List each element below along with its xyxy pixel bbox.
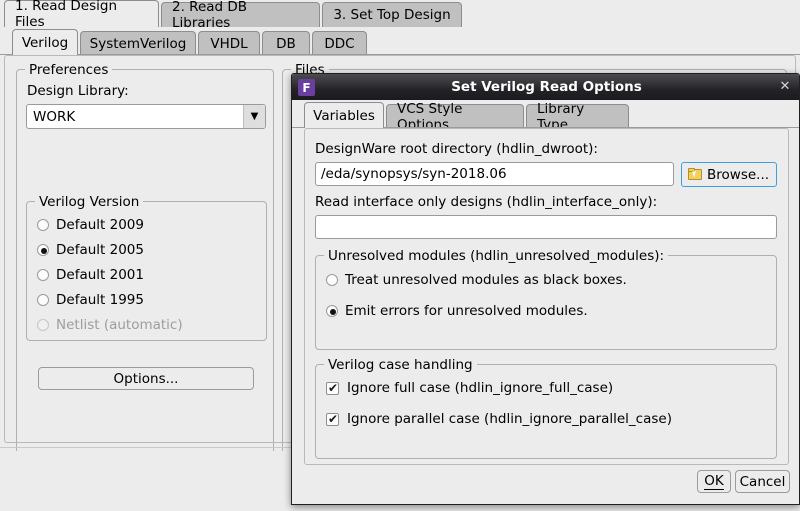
top-tab-read-design-files[interactable]: 1. Read Design Files (4, 0, 159, 27)
checkbox-indicator (326, 382, 339, 395)
options-button[interactable]: Options... (38, 367, 254, 390)
checkbox-indicator (326, 413, 339, 426)
checkbox-label: Ignore full case (hdlin_ignore_full_case… (347, 380, 613, 396)
watermark-url: https://blog.csdn.net/s (514, 504, 693, 505)
radio-indicator (37, 219, 49, 231)
interface-only-input[interactable] (315, 215, 777, 239)
radio-treat-as-black-boxes[interactable]: Treat unresolved modules as black boxes. (326, 272, 627, 288)
dwroot-label: DesignWare root directory (hdlin_dwroot)… (315, 141, 598, 157)
radio-indicator (326, 274, 338, 286)
watermark-site: @51CTO博客 (685, 501, 793, 505)
radio-indicator (37, 319, 49, 331)
chevron-down-icon[interactable]: ▼ (243, 105, 265, 128)
radio-label: Emit errors for unresolved modules. (345, 303, 588, 319)
dialog-title: Set Verilog Read Options (292, 74, 800, 100)
sub-tab-systemverilog[interactable]: SystemVerilog (80, 31, 196, 55)
dialog-tab-vcs-style-options[interactable]: VCS Style Options (386, 104, 524, 128)
close-icon[interactable]: ✕ (777, 79, 793, 95)
verilog-case-handling-group-label: Verilog case handling (324, 357, 477, 373)
checkbox-ignore-full-case[interactable]: Ignore full case (hdlin_ignore_full_case… (326, 380, 613, 396)
browse-button[interactable]: Browse... (681, 162, 777, 187)
checkbox-ignore-parallel-case[interactable]: Ignore parallel case (hdlin_ignore_paral… (326, 411, 672, 427)
radio-indicator (37, 244, 49, 256)
set-verilog-read-options-dialog: F Set Verilog Read Options ✕ Variables V… (291, 73, 800, 505)
cancel-button[interactable]: Cancel (735, 470, 790, 493)
verilog-version-group: Verilog Version Default 2009 Default 200… (26, 201, 267, 341)
verilog-case-handling-group: Verilog case handling Ignore full case (… (315, 364, 777, 459)
ok-button-label: OK (704, 473, 723, 490)
sub-tab-db[interactable]: DB (262, 31, 310, 55)
radio-indicator (37, 294, 49, 306)
interface-only-label: Read interface only designs (hdlin_inter… (315, 194, 657, 210)
top-tab-set-top-design[interactable]: 3. Set Top Design (322, 2, 462, 27)
dialog-body: Variables VCS Style Options Library Type… (292, 100, 800, 505)
sub-tab-ddc[interactable]: DDC (312, 31, 367, 55)
radio-default-1995[interactable]: Default 1995 (37, 292, 144, 308)
radio-label: Default 2001 (56, 267, 144, 283)
sub-tab-vhdl[interactable]: VHDL (198, 31, 260, 55)
top-tab-label: 3. Set Top Design (333, 7, 450, 23)
sub-tab-label: DDC (324, 36, 354, 52)
top-tab-read-db-libraries[interactable]: 2. Read DB Libraries (161, 2, 320, 27)
dwroot-value: /eda/synopsys/syn-2018.06 (321, 166, 507, 182)
preferences-group-label: Preferences (25, 62, 112, 78)
options-button-label: Options... (114, 371, 179, 387)
radio-default-2005[interactable]: Default 2005 (37, 242, 144, 258)
top-tab-label: 1. Read Design Files (15, 0, 148, 30)
radio-indicator (37, 269, 49, 281)
folder-icon (688, 168, 703, 181)
sub-tab-label: Verilog (22, 35, 68, 51)
ok-button[interactable]: OK (697, 470, 731, 493)
browse-button-label: Browse... (707, 167, 769, 183)
radio-default-2001[interactable]: Default 2001 (37, 267, 144, 283)
radio-label: Default 2005 (56, 242, 144, 258)
cancel-button-label: Cancel (740, 474, 786, 490)
dialog-tab-variables[interactable]: Variables (304, 102, 384, 128)
sub-tab-verilog[interactable]: Verilog (12, 29, 78, 55)
sub-tab-label: SystemVerilog (90, 36, 187, 52)
sub-tab-label: DB (276, 36, 296, 52)
dialog-tab-library-type[interactable]: Library Type (526, 104, 629, 128)
design-library-combobox[interactable]: WORK ▼ (26, 104, 266, 129)
preferences-group: Preferences Design Library: WORK ▼ Veril… (16, 69, 274, 458)
dialog-titlebar[interactable]: F Set Verilog Read Options ✕ (292, 74, 800, 100)
variables-page: DesignWare root directory (hdlin_dwroot)… (304, 128, 789, 465)
radio-label: Default 2009 (56, 217, 144, 233)
top-tab-strip: 1. Read Design Files 2. Read DB Librarie… (0, 0, 800, 27)
unresolved-modules-group: Unresolved modules (hdlin_unresolved_mod… (315, 255, 777, 350)
design-library-value: WORK (33, 109, 75, 125)
radio-indicator (326, 305, 338, 317)
verilog-version-group-label: Verilog Version (35, 194, 143, 210)
radio-netlist-automatic: Netlist (automatic) (37, 317, 183, 333)
dialog-tab-strip: Variables VCS Style Options Library Type (292, 100, 800, 128)
screen: 1. Read Design Files 2. Read DB Librarie… (0, 0, 800, 511)
radio-emit-errors[interactable]: Emit errors for unresolved modules. (326, 303, 588, 319)
sub-tab-label: VHDL (210, 36, 247, 52)
dialog-tab-label: Variables (313, 108, 375, 124)
radio-label: Default 1995 (56, 292, 144, 308)
design-library-label: Design Library: (27, 83, 129, 99)
dwroot-input[interactable]: /eda/synopsys/syn-2018.06 (315, 162, 674, 186)
checkbox-label: Ignore parallel case (hdlin_ignore_paral… (347, 411, 672, 427)
radio-label: Netlist (automatic) (56, 317, 183, 333)
sub-tab-strip: Verilog SystemVerilog VHDL DB DDC (0, 27, 800, 55)
unresolved-modules-group-label: Unresolved modules (hdlin_unresolved_mod… (324, 248, 668, 264)
radio-default-2009[interactable]: Default 2009 (37, 217, 144, 233)
radio-label: Treat unresolved modules as black boxes. (345, 272, 627, 288)
